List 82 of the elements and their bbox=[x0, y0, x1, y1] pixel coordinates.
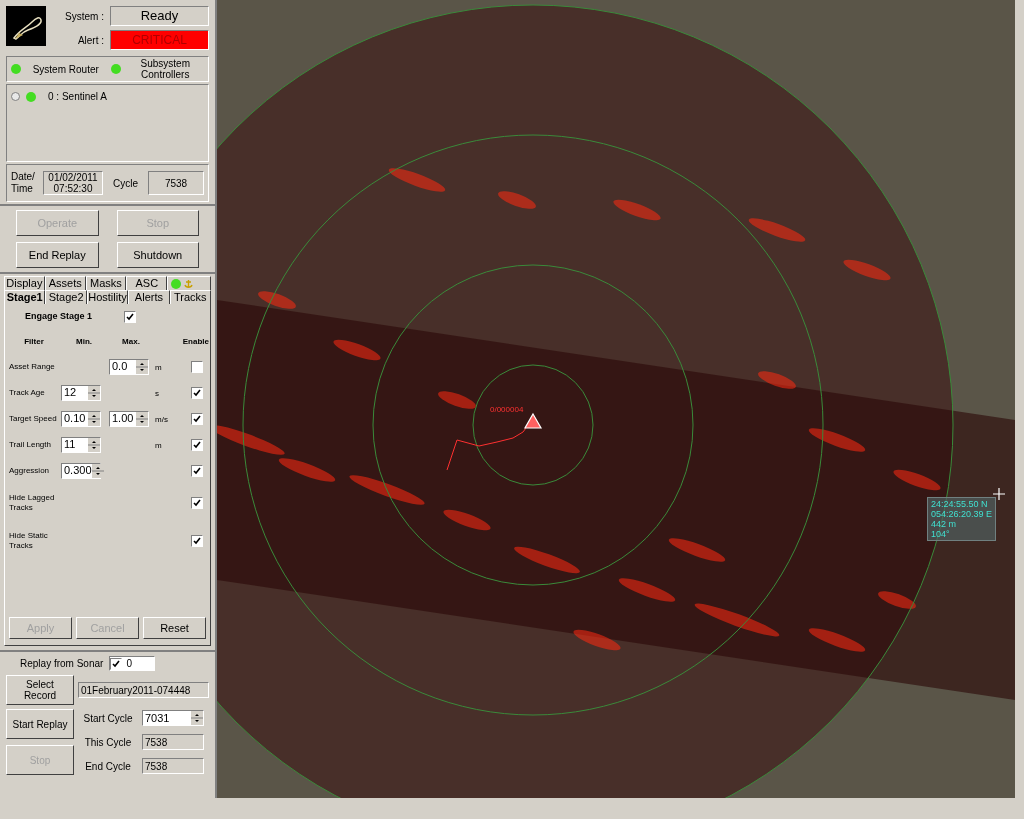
filter-label: Asset Range bbox=[9, 361, 56, 372]
start-replay-button[interactable]: Start Replay bbox=[6, 709, 74, 739]
control-button[interactable]: End Replay bbox=[16, 242, 99, 268]
alert-status-field: CRITICAL bbox=[110, 30, 209, 50]
spinner-arrows-icon[interactable] bbox=[191, 711, 203, 725]
spinner-arrows-icon[interactable] bbox=[136, 411, 148, 426]
tab[interactable]: ASC bbox=[126, 276, 168, 290]
cycle-label: This Cycle bbox=[83, 735, 133, 750]
status-label: Subsystem Controllers bbox=[139, 58, 191, 80]
filter-label: Aggression bbox=[9, 465, 51, 476]
unit-label: m bbox=[155, 441, 162, 451]
checkbox[interactable] bbox=[191, 386, 203, 399]
column-header: Enable bbox=[181, 335, 209, 348]
checkbox[interactable] bbox=[191, 360, 203, 373]
tab[interactable]: Alerts bbox=[128, 290, 170, 304]
readout-text: 054:26:20.39 E bbox=[931, 509, 993, 519]
spinner-arrows-icon[interactable] bbox=[88, 437, 100, 452]
tab[interactable]: Tracks bbox=[169, 290, 212, 304]
unit-label: s bbox=[155, 389, 159, 399]
spinner-arrows-icon[interactable] bbox=[88, 385, 100, 400]
filter-label: Trail Length bbox=[9, 439, 52, 450]
tab[interactable]: Hostility bbox=[86, 290, 129, 304]
min-spin-field[interactable]: 0.10 bbox=[61, 410, 101, 427]
column-header: Max. bbox=[121, 335, 141, 348]
unit-label: m bbox=[155, 363, 162, 373]
max-spin-field[interactable]: 1.00 bbox=[109, 410, 149, 427]
replay-source-field[interactable]: 0 bbox=[109, 656, 156, 671]
tab[interactable]: Stage2 bbox=[45, 290, 87, 304]
cycle-label: Cycle bbox=[113, 176, 138, 191]
cycle-label: Start Cycle bbox=[82, 711, 134, 726]
filter-label: Hide Static Tracks bbox=[9, 530, 49, 551]
filter-label: Track Age bbox=[9, 387, 46, 398]
status-label: System Router bbox=[31, 63, 100, 75]
checkbox[interactable] bbox=[124, 310, 137, 323]
system-status-field: Ready bbox=[110, 6, 209, 26]
alert-label: Alert : bbox=[76, 33, 104, 48]
select-record-button[interactable]: Select Record bbox=[6, 675, 74, 705]
logo-icon bbox=[6, 6, 46, 46]
filter-label: Hide Lagged Tracks bbox=[9, 492, 56, 513]
checkbox[interactable] bbox=[191, 412, 203, 425]
cycle-label: End Cycle bbox=[84, 759, 132, 774]
anchor-icon bbox=[184, 278, 194, 289]
form-button[interactable]: Reset bbox=[143, 617, 206, 639]
cycle-field: 7538 bbox=[142, 758, 204, 774]
filter-label: Target Speed bbox=[9, 413, 58, 424]
target-marker-icon bbox=[523, 412, 543, 429]
tab[interactable]: Assets bbox=[44, 276, 86, 290]
spinner-arrows-icon[interactable] bbox=[136, 359, 148, 374]
max-spin-field[interactable]: 0.0 bbox=[109, 358, 149, 375]
unit-label: m/s bbox=[155, 415, 168, 425]
checkbox[interactable] bbox=[110, 657, 123, 670]
date-time-label: Date/ Time bbox=[11, 171, 36, 195]
checkbox[interactable] bbox=[191, 496, 203, 509]
checkbox[interactable] bbox=[191, 438, 203, 451]
tab[interactable]: Stage1 bbox=[4, 290, 46, 304]
tab[interactable]: Masks bbox=[85, 276, 127, 290]
readout-text: 442 m bbox=[931, 519, 957, 529]
column-header: Min. bbox=[75, 335, 93, 348]
readout-text: 24:24:55.50 N bbox=[931, 499, 989, 509]
record-field: 01February2011-074448 bbox=[78, 682, 209, 698]
replay-source-label: Replay from Sonar bbox=[20, 657, 104, 671]
min-spin-field[interactable]: 12 bbox=[61, 384, 101, 401]
crosshair-icon bbox=[992, 487, 1006, 501]
spinner-arrows-icon[interactable] bbox=[88, 411, 100, 426]
checkbox[interactable] bbox=[191, 464, 203, 477]
system-label: System : bbox=[64, 9, 104, 24]
min-spin-field[interactable]: 0.300 bbox=[61, 462, 101, 479]
cycle-spin-field[interactable]: 7031 bbox=[142, 710, 204, 726]
column-header: Filter bbox=[23, 335, 45, 348]
readout-text: 104° bbox=[931, 529, 951, 539]
spinner-arrows-icon[interactable] bbox=[91, 463, 104, 478]
tab[interactable]: Display bbox=[4, 276, 45, 290]
date-time-field: 01/02/2011 07:52:30 bbox=[43, 171, 103, 195]
radio-button[interactable] bbox=[11, 92, 20, 101]
control-button[interactable]: Shutdown bbox=[116, 242, 199, 268]
cycle-field: 7538 bbox=[142, 734, 204, 750]
min-spin-field[interactable]: 11 bbox=[61, 436, 101, 453]
cycle-field: 7538 bbox=[148, 171, 204, 195]
target-label: 0/000004 bbox=[490, 404, 524, 416]
checkbox[interactable] bbox=[191, 534, 203, 547]
engage-label: Engage Stage 1 bbox=[25, 310, 93, 323]
sentinel-label[interactable]: 0 : Sentinel A bbox=[48, 89, 107, 104]
